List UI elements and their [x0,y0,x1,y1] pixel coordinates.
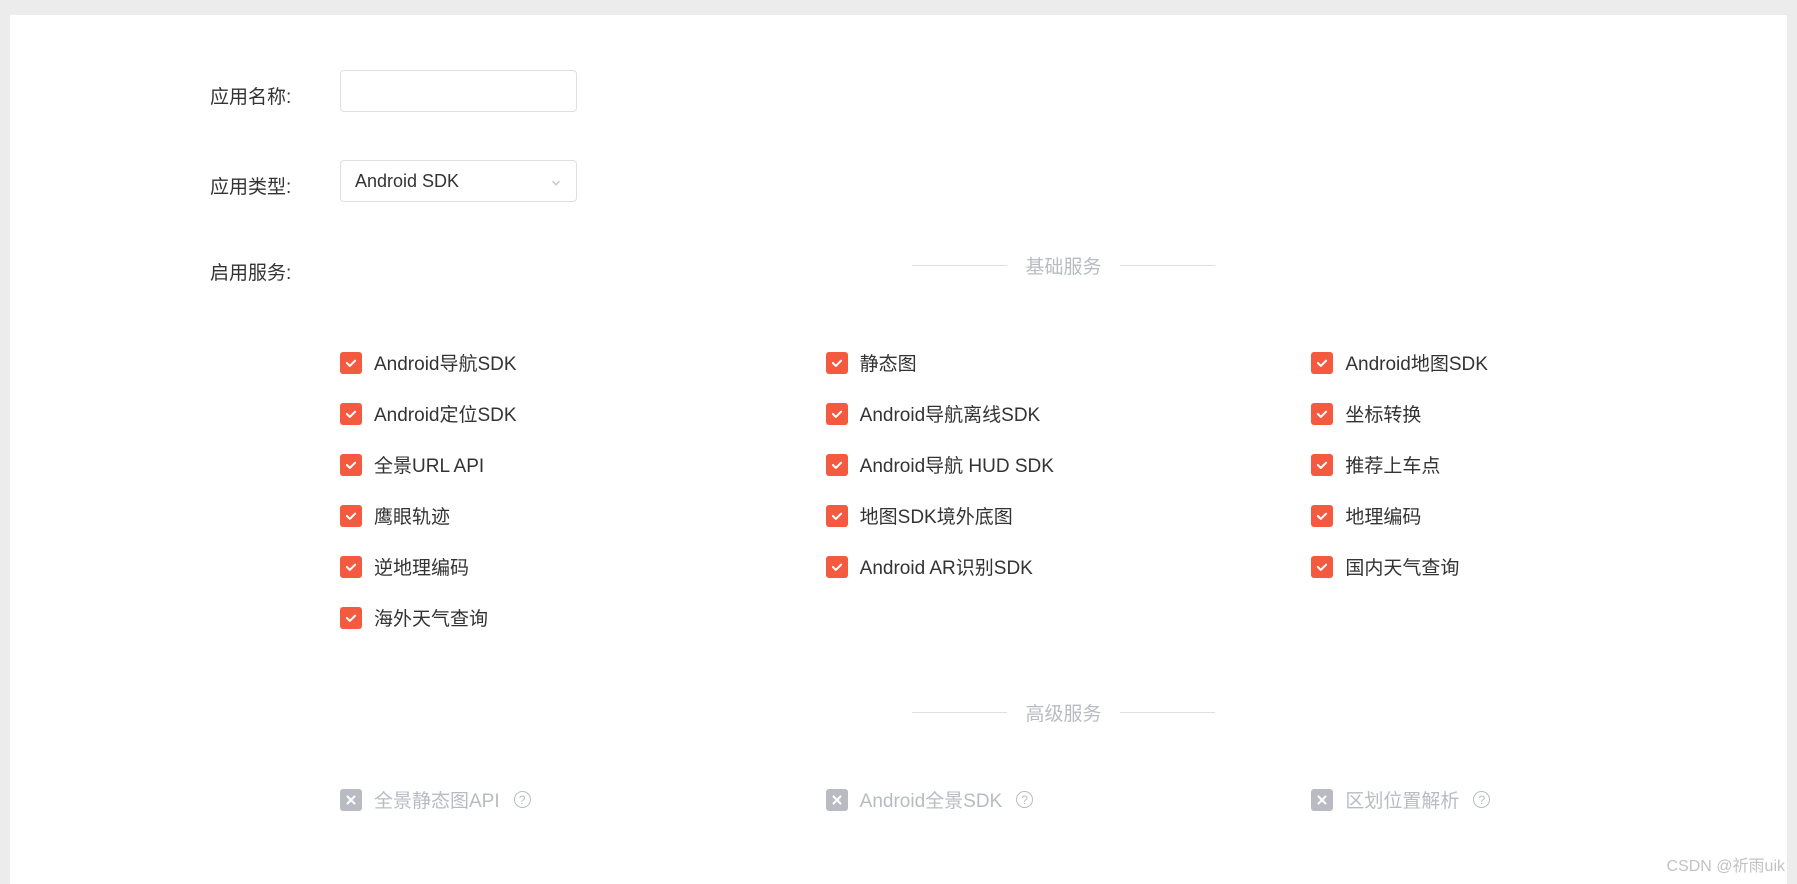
service-item: 全景URL API [340,451,816,478]
service-checkbox[interactable] [1311,556,1333,578]
basic-services-grid: Android导航SDK 静态图 Android地图SDK Android定位SDK A… [340,349,1787,631]
app-type-select[interactable]: Android SDK [340,160,577,202]
service-item: 国内天气查询 [1311,553,1787,580]
app-name-row: 应用名称: [210,70,1787,112]
app-name-input[interactable] [340,70,577,112]
service-checkbox[interactable] [826,454,848,476]
service-label: Android AR识别SDK [860,553,1033,580]
divider-line [912,712,1007,713]
service-item: 地图SDK境外底图 [826,502,1302,529]
service-label: Android导航离线SDK [860,400,1041,427]
service-label: 鹰眼轨迹 [374,502,450,529]
service-checkbox[interactable] [826,403,848,425]
service-checkbox-disabled [826,789,848,811]
service-item: Android导航SDK [340,349,816,376]
divider-line [1120,265,1215,266]
service-checkbox[interactable] [340,607,362,629]
basic-section-title: 基础服务 [1007,252,1119,279]
divider-line [912,265,1007,266]
service-checkbox[interactable] [1311,505,1333,527]
service-item-disabled: 区划位置解析? [1311,786,1787,813]
service-label: Android地图SDK [1345,349,1488,376]
service-item-disabled: Android全景SDK? [826,786,1302,813]
divider-line [1120,712,1215,713]
service-item: Android导航 HUD SDK [826,451,1302,478]
advanced-services-grid: 全景静态图API?Android全景SDK?区划位置解析? [340,786,1787,813]
advanced-section-header: 高级服务 [340,699,1787,726]
service-label: 逆地理编码 [374,553,469,580]
service-checkbox[interactable] [826,352,848,374]
service-checkbox[interactable] [340,403,362,425]
service-checkbox[interactable] [826,556,848,578]
service-item: 坐标转换 [1311,400,1787,427]
service-item: Android AR识别SDK [826,553,1302,580]
service-label: 全景静态图API [374,786,500,813]
service-label: 静态图 [860,349,917,376]
service-label: Android导航 HUD SDK [860,451,1054,478]
service-item: Android定位SDK [340,400,816,427]
service-label: 推荐上车点 [1345,451,1440,478]
help-icon[interactable]: ? [1016,791,1033,808]
app-type-row: 应用类型: Android SDK [210,160,1787,202]
service-label: 国内天气查询 [1345,553,1459,580]
service-checkbox-disabled [1311,789,1333,811]
app-type-label: 应用类型: [210,164,340,199]
service-item: 静态图 [826,349,1302,376]
service-item-disabled: 全景静态图API? [340,786,816,813]
help-icon[interactable]: ? [1473,791,1490,808]
services-area: 基础服务 Android导航SDK 静态图 Android地图SDK Android定… [340,250,1787,813]
services-label: 启用服务: [210,250,340,285]
service-item: 地理编码 [1311,502,1787,529]
service-label: 全景URL API [374,451,484,478]
service-checkbox[interactable] [1311,352,1333,374]
service-label: Android定位SDK [374,400,517,427]
service-label: Android导航SDK [374,349,517,376]
service-label: 坐标转换 [1345,400,1421,427]
service-label: 海外天气查询 [374,604,488,631]
service-checkbox[interactable] [340,454,362,476]
service-item: 海外天气查询 [340,604,816,631]
service-item: 推荐上车点 [1311,451,1787,478]
service-item: 鹰眼轨迹 [340,502,816,529]
services-row: 启用服务: 基础服务 Android导航SDK静态图Android地图SDKAn… [210,250,1787,813]
service-label: 区划位置解析 [1345,786,1459,813]
service-item: 逆地理编码 [340,553,816,580]
service-checkbox-disabled [340,789,362,811]
watermark: CSDN @祈雨uik [1667,852,1785,876]
service-checkbox[interactable] [826,505,848,527]
service-label: 地理编码 [1345,502,1421,529]
service-checkbox[interactable] [340,352,362,374]
service-item: Android导航离线SDK [826,400,1302,427]
service-item: Android地图SDK [1311,349,1787,376]
app-type-value: Android SDK [355,171,459,192]
chevron-down-icon [549,174,563,188]
service-checkbox[interactable] [1311,454,1333,476]
help-icon[interactable]: ? [514,791,531,808]
advanced-section-title: 高级服务 [1007,699,1119,726]
basic-section-header: 基础服务 [340,252,1787,279]
service-label: Android全景SDK [860,786,1003,813]
service-label: 地图SDK境外底图 [860,502,1013,529]
app-name-label: 应用名称: [210,74,340,109]
service-checkbox[interactable] [340,505,362,527]
form-card: 应用名称: 应用类型: Android SDK 启用服务: 基础服务 Andro… [10,15,1787,884]
service-checkbox[interactable] [1311,403,1333,425]
service-checkbox[interactable] [340,556,362,578]
